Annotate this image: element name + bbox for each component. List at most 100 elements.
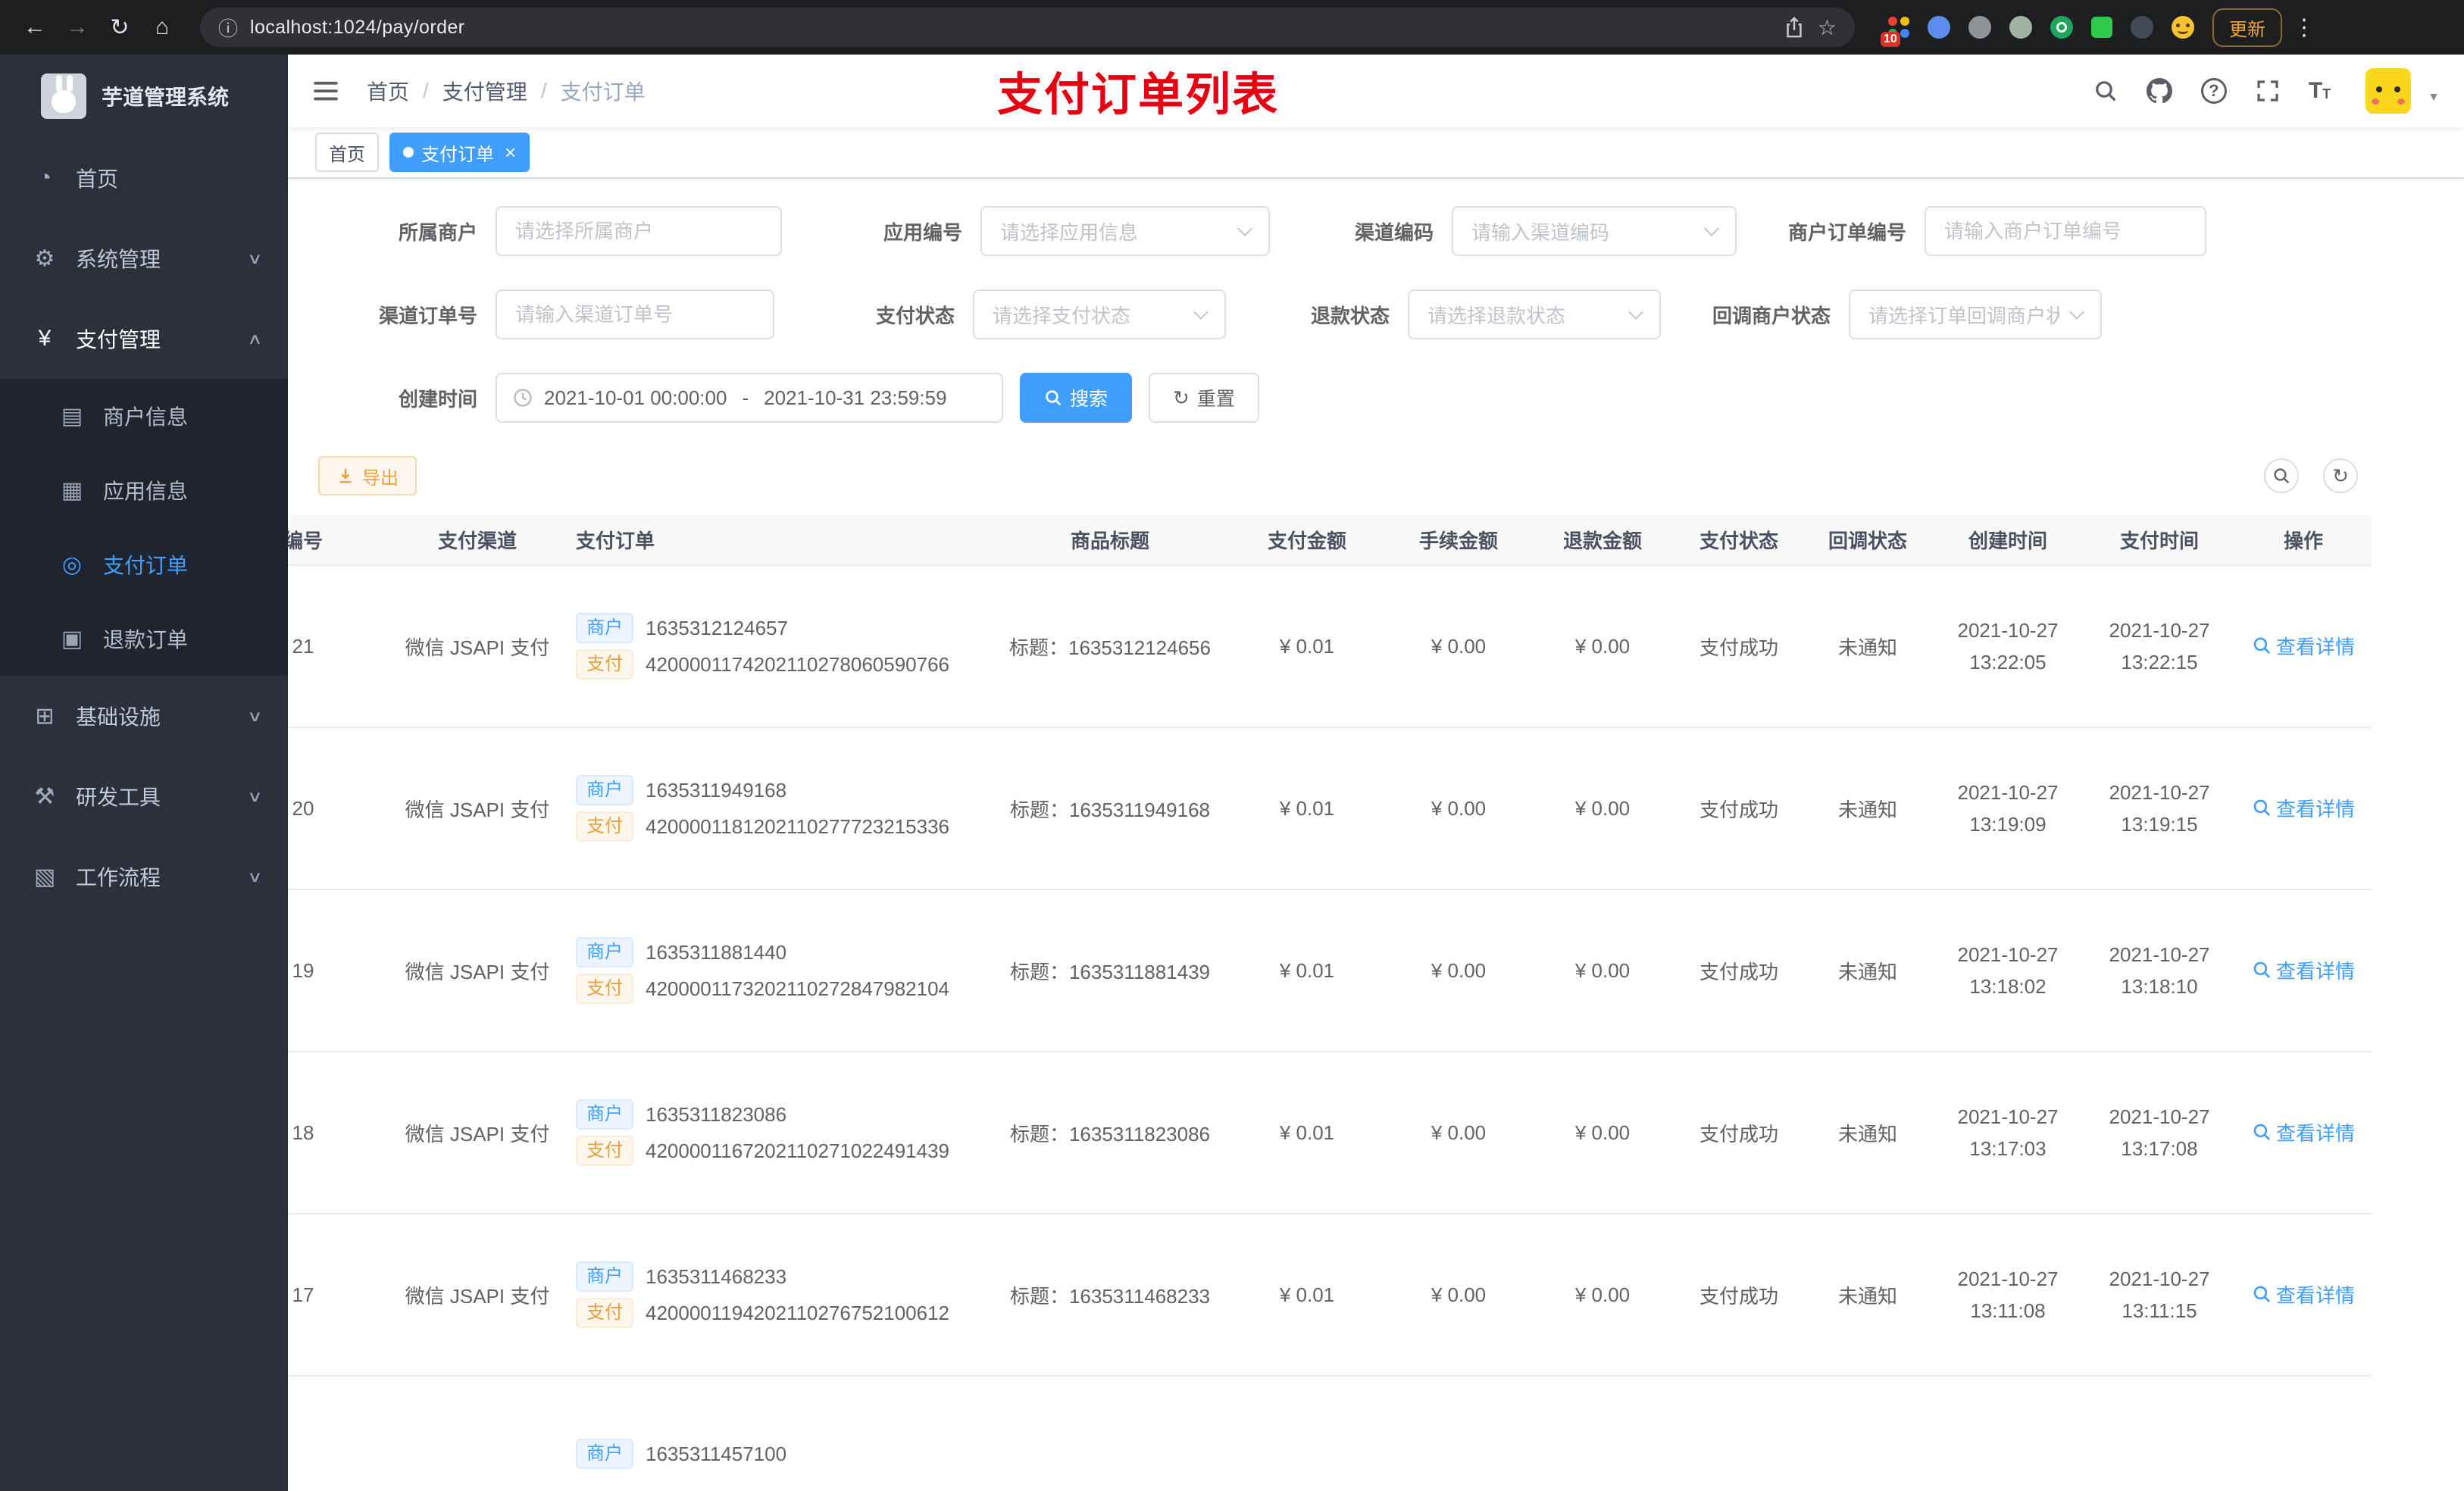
browser-forward-icon[interactable]: → [58, 9, 97, 45]
caret-down-icon[interactable]: ▼ [2428, 91, 2440, 114]
date-start[interactable]: 2021-10-01 00:00:00 [544, 386, 727, 410]
close-icon[interactable]: × [505, 142, 516, 162]
github-icon[interactable] [2146, 78, 2172, 104]
extension-icon[interactable] [1928, 16, 1950, 39]
order-id: 17 [288, 1214, 394, 1377]
sidebar-item-merchant-info[interactable]: ▤ 商户信息 [0, 379, 288, 453]
app-logo[interactable]: 芋道管理系统 [0, 55, 288, 138]
sidebar-item-refund-order[interactable]: ▣ 退款订单 [0, 602, 288, 676]
channel-code-select[interactable]: 请输入渠道编码 [1452, 206, 1737, 256]
pay-time: 2021-10-27 13:19:15 [2084, 727, 2235, 890]
chevron-down-icon [2069, 305, 2084, 320]
extension-icon[interactable] [2172, 16, 2194, 39]
bookmark-star-icon[interactable]: ☆ [1818, 15, 1837, 40]
search-button[interactable]: 搜索 [1020, 373, 1133, 423]
page-annotation: 支付订单列表 [997, 69, 1279, 120]
font-size-icon[interactable]: TT [2309, 80, 2331, 102]
view-detail-link[interactable]: 查看详情 [2252, 1280, 2355, 1308]
fee-amount [1387, 1376, 1531, 1491]
export-button[interactable]: 导出 [318, 456, 417, 495]
reset-button[interactable]: ↻ 重置 [1149, 373, 1259, 423]
avatar[interactable] [2366, 68, 2412, 114]
product-title: 标题：1635312124656 [993, 565, 1227, 728]
target-icon: ◎ [61, 552, 83, 577]
extension-icon[interactable] [2131, 16, 2153, 39]
breadcrumb-home[interactable]: 首页 [367, 76, 409, 106]
yen-icon: ¥ [38, 326, 52, 351]
sidebar-item-payment[interactable]: ¥ 支付管理 ∧ [0, 299, 288, 379]
merchant-order-no-input[interactable] [1925, 206, 2206, 256]
merchant-order-no: 1635311823086 [646, 1102, 787, 1126]
sidebar-item-dev-tools[interactable]: ⚒ 研发工具 ∨ [0, 756, 288, 836]
app-navbar: 首页 / 支付管理 / 支付订单 支付订单列表 ? TT ▼ [288, 55, 2464, 127]
chrome-update-button[interactable]: 更新 [2212, 8, 2282, 47]
sidebar-item-workflow[interactable]: ▧ 工作流程 ∨ [0, 836, 288, 917]
chevron-down-icon: ∨ [247, 708, 263, 725]
sidebar-menu: ◔ 首页 ⚙ 系统管理 ∨ ¥ 支付管理 ∧ ▤ 商户信息 ▦ 应用信息 ◎ 支… [0, 138, 288, 917]
pay-status: 支付成功 [1674, 727, 1803, 890]
browser-home-icon[interactable]: ⌂ [142, 9, 182, 45]
pay-order-cell: 商户 1635311468233 支付 42000011942021102767… [561, 1214, 993, 1377]
help-icon[interactable]: ? [2200, 78, 2227, 104]
breadcrumb: 首页 / 支付管理 / 支付订单 [367, 76, 646, 106]
fullscreen-icon[interactable] [2256, 79, 2280, 103]
col-pay-time: 支付时间 [2084, 515, 2235, 566]
date-end[interactable]: 2021-10-31 23:59:59 [764, 386, 946, 410]
browser-menu-icon[interactable]: ⋮ [2285, 14, 2323, 41]
extension-icon[interactable] [2050, 16, 2073, 39]
sidebar-item-app-info[interactable]: ▦ 应用信息 [0, 453, 288, 527]
notify-status: 未通知 [1803, 1052, 1932, 1214]
share-icon[interactable] [1783, 16, 1806, 39]
pay-order-no: 4200001194202110276752100612 [646, 1301, 950, 1324]
breadcrumb-pay-manage[interactable]: 支付管理 [442, 76, 527, 106]
app-select[interactable]: 请选择应用信息 [980, 206, 1270, 256]
table-mini-actions: ↻ [2264, 458, 2358, 493]
sidebar-item-pay-order[interactable]: ◎ 支付订单 [0, 527, 288, 602]
gear-icon: ⚙ [34, 245, 55, 271]
pay-tag: 支付 [576, 811, 633, 842]
pay-status-select[interactable]: 请选择支付状态 [973, 289, 1226, 339]
extension-icon[interactable] [2091, 17, 2112, 38]
navbar-actions: ? TT ▼ [2093, 68, 2440, 114]
extension-icon[interactable]: 10 [1881, 17, 1909, 47]
refund-status-select[interactable]: 请选择退款状态 [1408, 289, 1661, 339]
toggle-search-icon[interactable] [2264, 458, 2299, 493]
filter-label-channel-order-no: 渠道订单号 [378, 304, 477, 327]
notify-status-select[interactable]: 请选择订单回调商户状态 [1849, 289, 2102, 339]
view-detail-link[interactable]: 查看详情 [2252, 794, 2355, 822]
view-detail-link[interactable]: 查看详情 [2252, 1118, 2355, 1146]
channel-order-no-input[interactable] [496, 289, 774, 339]
sidebar-item-home[interactable]: ◔ 首页 [0, 138, 288, 218]
url-bar[interactable]: ⓘ localhost:1024/pay/order ☆ [200, 8, 1855, 47]
view-detail-link[interactable]: 查看详情 [2252, 956, 2355, 984]
pay-status: 支付成功 [1674, 889, 1803, 1052]
orders-table: 编号 支付渠道 支付订单 商品标题 支付金额 手续金额 退款金额 支付状态 回调… [288, 515, 2434, 1491]
notify-status [1803, 1376, 1932, 1491]
filter-label-notify-status: 回调商户状态 [1712, 304, 1831, 327]
refresh-table-icon[interactable]: ↻ [2323, 458, 2358, 493]
fee-amount: ¥ 0.00 [1387, 1214, 1531, 1377]
merchant-select[interactable] [496, 206, 782, 256]
search-icon[interactable] [2093, 79, 2118, 103]
merchant-tag: 商户 [576, 1261, 633, 1292]
sidebar-toggle-icon[interactable] [312, 77, 339, 105]
fee-amount: ¥ 0.00 [1387, 565, 1531, 728]
extensions-area: 10 [1873, 16, 2209, 47]
action-cell: 查看详情 [2235, 889, 2372, 1052]
browser-reload-icon[interactable]: ↻ [100, 9, 139, 45]
table-header-row: 编号 支付渠道 支付订单 商品标题 支付金额 手续金额 退款金额 支付状态 回调… [288, 515, 2372, 566]
table-row: 18 微信 JSAPI 支付 商户 1635311823086 支付 42000… [288, 1052, 2372, 1214]
view-detail-link[interactable]: 查看详情 [2252, 632, 2355, 660]
extension-icon[interactable] [1968, 16, 1991, 39]
extension-icon[interactable] [2009, 16, 2032, 39]
site-info-icon[interactable]: ⓘ [218, 14, 238, 42]
pay-amount [1227, 1376, 1387, 1491]
create-time-range-picker[interactable]: 2021-10-01 00:00:00 - 2021-10-31 23:59:5… [496, 373, 1003, 423]
tab-home[interactable]: 首页 [315, 133, 379, 172]
tools-icon: ⚒ [34, 783, 55, 809]
tab-pay-order[interactable]: 支付订单 × [389, 133, 530, 172]
filter-label-merchant: 所属商户 [398, 220, 477, 244]
sidebar-item-system[interactable]: ⚙ 系统管理 ∨ [0, 218, 288, 299]
sidebar-item-infrastructure[interactable]: ⊞ 基础设施 ∨ [0, 676, 288, 756]
browser-back-icon[interactable]: ← [15, 9, 55, 45]
